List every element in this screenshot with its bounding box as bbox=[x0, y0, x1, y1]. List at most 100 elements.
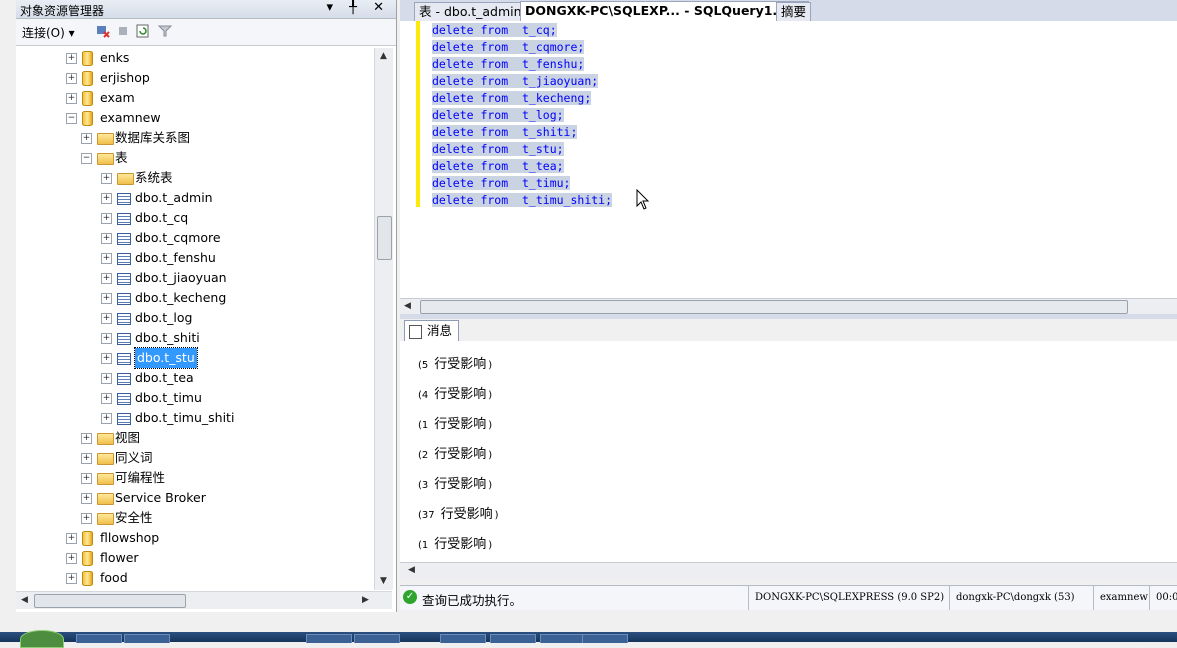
tree-node[interactable]: − examnew bbox=[16, 108, 374, 128]
expand-icon[interactable]: + bbox=[66, 533, 77, 544]
connect-dropdown-button[interactable]: 连接(O) ▾ bbox=[22, 24, 75, 41]
tree-node[interactable]: + 安全性 bbox=[16, 508, 374, 528]
collapse-icon[interactable]: − bbox=[66, 113, 77, 124]
code-line[interactable]: delete from t_jiaoyuan; bbox=[432, 73, 612, 90]
refresh-icon[interactable] bbox=[136, 24, 150, 38]
tree-node[interactable]: + erjishop bbox=[16, 68, 374, 88]
expand-icon[interactable]: + bbox=[81, 493, 92, 504]
expand-icon[interactable]: + bbox=[101, 193, 112, 204]
object-explorer-titlebar: 对象资源管理器 ▾ ╀ ✕ bbox=[16, 0, 396, 19]
code-line[interactable]: delete from t_fenshu; bbox=[432, 56, 612, 73]
tree-node[interactable]: + 系统表 bbox=[16, 168, 374, 188]
expand-icon[interactable]: + bbox=[101, 273, 112, 284]
code-line[interactable]: delete from t_cqmore; bbox=[432, 39, 612, 56]
expand-icon[interactable]: + bbox=[101, 373, 112, 384]
tree-node[interactable]: + flower bbox=[16, 548, 374, 568]
scroll-up-icon[interactable]: ▲ bbox=[380, 51, 387, 61]
expand-icon[interactable]: + bbox=[81, 133, 92, 144]
tree-node[interactable]: + food bbox=[16, 568, 374, 588]
editor-horizontal-scrollbar[interactable]: ◀ bbox=[400, 298, 1177, 315]
tree-node[interactable]: + dbo.t_jiaoyuan bbox=[16, 268, 374, 288]
tree-node-label: dbo.t_kecheng bbox=[135, 290, 227, 305]
code-line[interactable]: delete from t_timu; bbox=[432, 175, 612, 192]
expand-icon[interactable]: + bbox=[101, 173, 112, 184]
tree-node[interactable]: + dbo.t_timu_shiti bbox=[16, 408, 374, 428]
tree-node[interactable]: + dbo.t_cq bbox=[16, 208, 374, 228]
expand-icon[interactable]: + bbox=[101, 333, 112, 344]
scroll-thumb[interactable] bbox=[420, 300, 1128, 314]
message-count: (4 bbox=[418, 390, 429, 401]
messages-pane[interactable]: (5 行受影响) (4 行受影响) (1 行受影响) (2 行受影响) (3 行受影响) (37 行受… bbox=[400, 341, 1177, 562]
tree-node[interactable]: + 可编程性 bbox=[16, 468, 374, 488]
code-line[interactable]: delete from t_cq; bbox=[432, 22, 612, 39]
expand-icon[interactable]: + bbox=[101, 233, 112, 244]
tab-table-admin[interactable]: 表 - dbo.t_admin bbox=[414, 2, 527, 21]
tab-messages[interactable]: 消息 bbox=[404, 320, 460, 341]
expand-icon[interactable]: + bbox=[81, 433, 92, 444]
sql-code[interactable]: delete from t_cq; delete from t_cqmore; de… bbox=[432, 22, 613, 209]
expand-icon[interactable]: + bbox=[101, 353, 112, 364]
tree-node[interactable]: − 表 bbox=[16, 148, 374, 168]
scroll-left-icon[interactable]: ◀ bbox=[408, 565, 415, 575]
scroll-down-icon[interactable]: ▼ bbox=[380, 576, 387, 586]
tree-node[interactable]: + fllowshop bbox=[16, 528, 374, 548]
expand-icon[interactable]: + bbox=[81, 473, 92, 484]
disconnect-icon[interactable] bbox=[96, 24, 110, 38]
code-line[interactable]: delete from t_timu_shiti; bbox=[432, 192, 613, 209]
expand-icon[interactable]: + bbox=[66, 553, 77, 564]
expand-icon[interactable]: + bbox=[101, 293, 112, 304]
expand-icon[interactable]: + bbox=[101, 313, 112, 324]
scroll-thumb[interactable] bbox=[34, 594, 186, 608]
expand-icon[interactable]: + bbox=[66, 573, 77, 584]
expand-icon[interactable]: + bbox=[101, 393, 112, 404]
start-button[interactable] bbox=[20, 630, 64, 648]
expand-icon[interactable]: + bbox=[81, 513, 92, 524]
tree-node[interactable]: + dbo.t_admin bbox=[16, 188, 374, 208]
tree-node[interactable]: + dbo.t_stu bbox=[16, 347, 374, 369]
expand-icon[interactable]: + bbox=[101, 253, 112, 264]
sql-editor[interactable]: delete from t_cq; delete from t_cqmore; de… bbox=[400, 21, 1177, 298]
expand-icon[interactable]: + bbox=[66, 53, 77, 64]
expand-icon[interactable]: + bbox=[66, 73, 77, 84]
tree-node[interactable]: + dbo.t_log bbox=[16, 308, 374, 328]
tree-node[interactable]: + dbo.t_kecheng bbox=[16, 288, 374, 308]
tree-node[interactable]: + dbo.t_shiti bbox=[16, 328, 374, 348]
tree-node-label: exam bbox=[100, 90, 135, 105]
message-close: ) bbox=[488, 480, 493, 491]
table-icon bbox=[117, 253, 131, 265]
tree-node[interactable]: + dbo.t_timu bbox=[16, 388, 374, 408]
message-line: (1 行受影响) bbox=[418, 415, 492, 435]
tree-node[interactable]: + dbo.t_tea bbox=[16, 368, 374, 388]
collapse-icon[interactable]: − bbox=[81, 153, 92, 164]
tree-horizontal-scrollbar[interactable]: ◀ ▶ bbox=[16, 591, 392, 609]
tree-node[interactable]: + 同义词 bbox=[16, 448, 374, 468]
code-line[interactable]: delete from t_log; bbox=[432, 107, 612, 124]
scroll-left-icon[interactable]: ◀ bbox=[404, 301, 411, 311]
tree-node[interactable]: + 视图 bbox=[16, 428, 374, 448]
code-line[interactable]: delete from t_shiti; bbox=[432, 124, 612, 141]
code-line[interactable]: delete from t_stu; bbox=[432, 141, 612, 158]
tree-node[interactable]: + dbo.t_cqmore bbox=[16, 228, 374, 248]
scroll-right-icon[interactable]: ▶ bbox=[362, 595, 369, 605]
tree-node[interactable]: + dbo.t_fenshu bbox=[16, 248, 374, 268]
filter-icon[interactable] bbox=[157, 24, 173, 38]
expand-icon[interactable]: + bbox=[81, 453, 92, 464]
tree-node[interactable]: + Service Broker bbox=[16, 488, 374, 508]
scroll-thumb[interactable] bbox=[377, 216, 392, 260]
tree-vertical-scrollbar[interactable]: ▲ ▼ bbox=[374, 48, 393, 590]
tab-sqlquery1[interactable]: DONGXK-PC\SQLEXP... - SQLQuery1.sql* bbox=[520, 1, 810, 22]
code-line[interactable]: delete from t_tea; bbox=[432, 158, 612, 175]
panel-window-buttons[interactable]: ▾ ╀ ✕ bbox=[326, 0, 390, 15]
expand-icon[interactable]: + bbox=[66, 93, 77, 104]
tree-node[interactable]: + enks bbox=[16, 48, 374, 68]
stop-icon[interactable] bbox=[116, 24, 130, 38]
message-close: ) bbox=[488, 420, 493, 431]
code-line[interactable]: delete from t_kecheng; bbox=[432, 90, 612, 107]
tree-node[interactable]: + 数据库关系图 bbox=[16, 128, 374, 148]
expand-icon[interactable]: + bbox=[101, 413, 112, 424]
scroll-left-icon[interactable]: ◀ bbox=[21, 595, 28, 605]
expand-icon[interactable]: + bbox=[101, 213, 112, 224]
tree-node[interactable]: + exam bbox=[16, 88, 374, 108]
results-horizontal-scrollbar[interactable]: ◀ bbox=[400, 562, 1177, 579]
tab-summary[interactable]: 摘要 bbox=[776, 2, 812, 21]
